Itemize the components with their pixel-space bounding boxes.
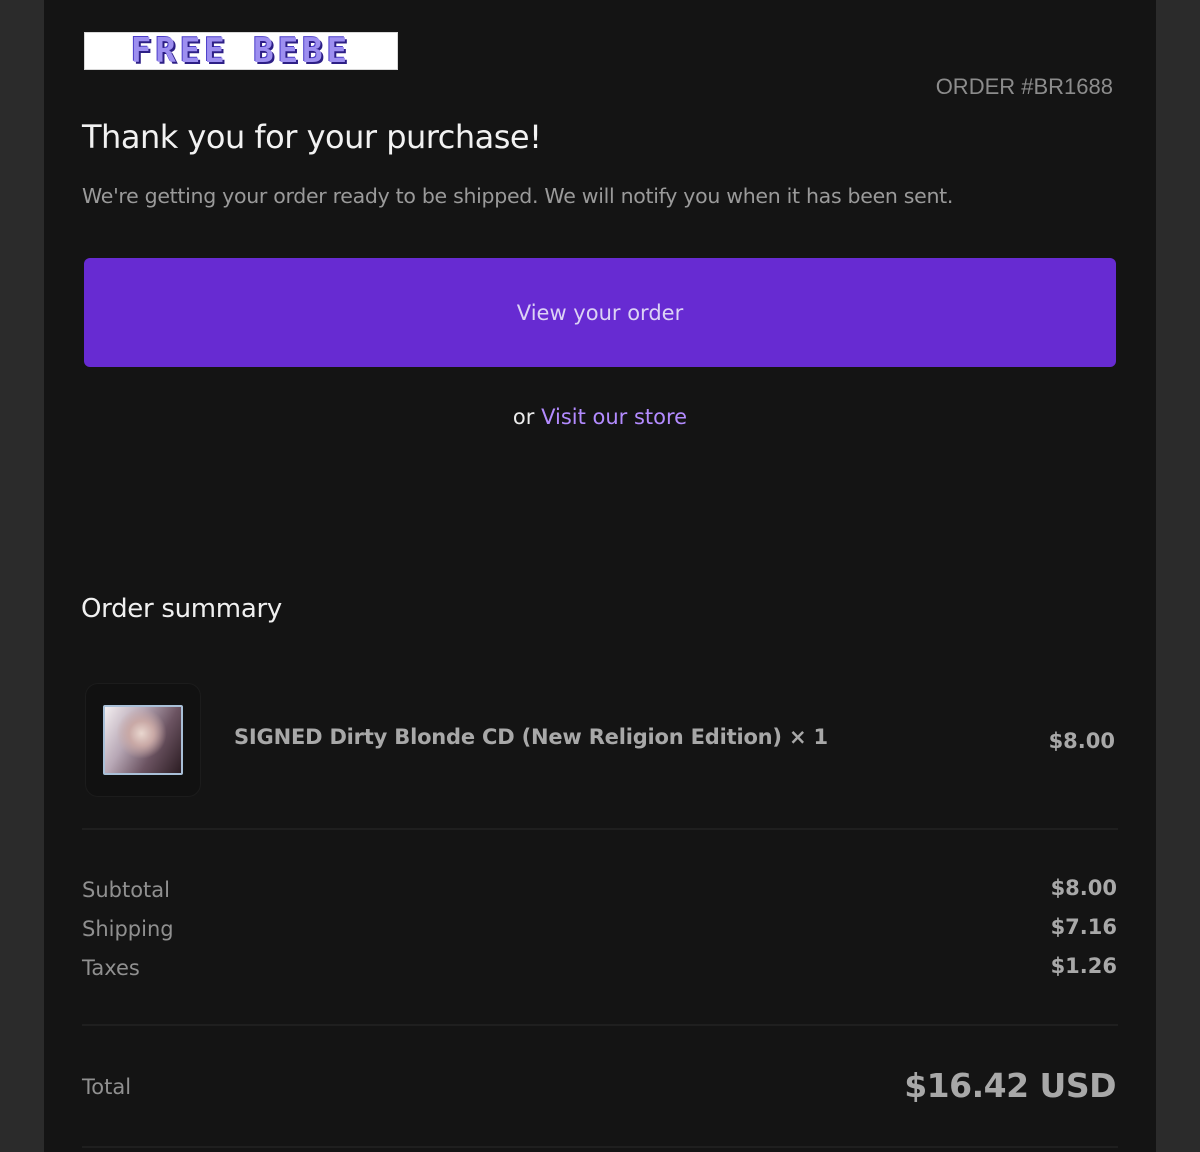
- total-label: Total: [82, 1075, 132, 1099]
- store-link-line: or Visit our store: [44, 405, 1156, 429]
- shipping-value: $7.16: [1050, 915, 1117, 939]
- order-summary-title: Order summary: [81, 594, 282, 624]
- divider: [82, 1024, 1118, 1026]
- page-subtitle: We're getting your order ready to be shi…: [82, 184, 954, 208]
- divider: [82, 1146, 1118, 1148]
- or-text: or: [512, 405, 535, 429]
- view-order-button[interactable]: View your order: [84, 258, 1116, 367]
- product-price: $8.00: [1048, 729, 1115, 753]
- total-value: $16.42 USD: [904, 1066, 1116, 1105]
- subtotal-value: $8.00: [1050, 876, 1117, 900]
- divider: [82, 828, 1118, 830]
- cd-cover-image: [103, 705, 183, 775]
- product-name[interactable]: SIGNED Dirty Blonde CD (New Religion Edi…: [234, 725, 828, 749]
- brand-logo[interactable]: FREE BEBE: [84, 32, 398, 70]
- product-thumbnail[interactable]: [86, 684, 200, 796]
- shipping-label: Shipping: [82, 917, 174, 941]
- brand-logo-text: FREE BEBE: [130, 31, 352, 71]
- subtotal-label: Subtotal: [82, 878, 170, 902]
- email-card: FREE BEBE ORDER #BR1688 Thank you for yo…: [44, 0, 1156, 1152]
- taxes-label: Taxes: [82, 956, 140, 980]
- order-number: ORDER #BR1688: [935, 74, 1113, 99]
- visit-store-link[interactable]: Visit our store: [541, 405, 687, 429]
- taxes-value: $1.26: [1050, 954, 1117, 978]
- page-title: Thank you for your purchase!: [82, 118, 542, 156]
